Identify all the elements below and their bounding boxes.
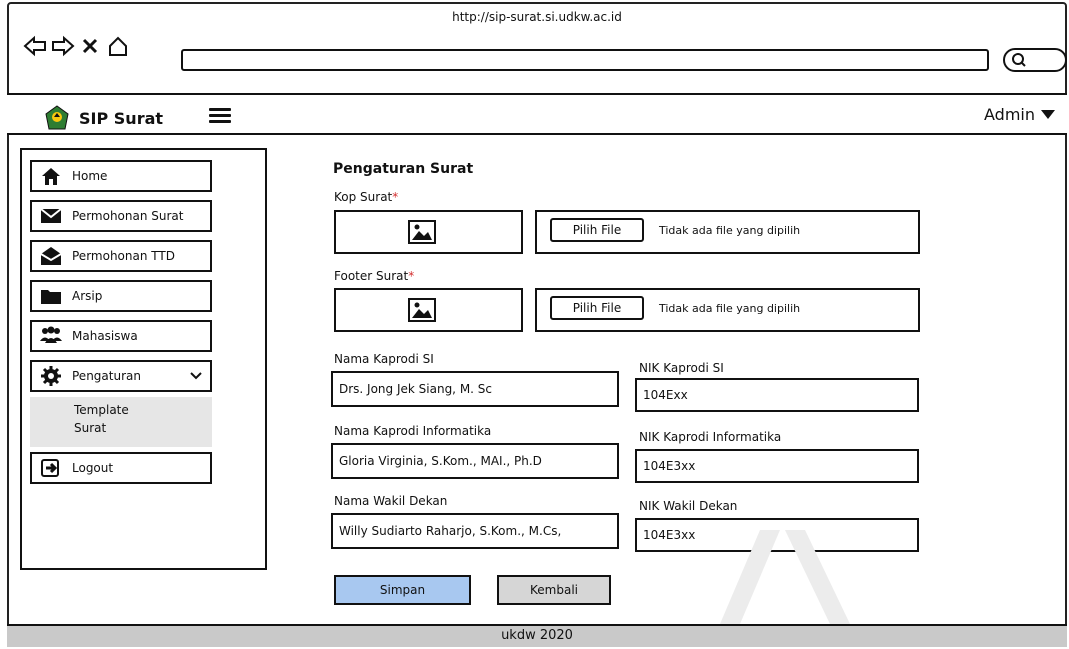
admin-label: Admin [984,105,1035,124]
nama-kaprodi-si-label: Nama Kaprodi SI [334,352,434,366]
kop-label: Kop Surat* [334,190,399,204]
nama-wakil-dekan-label: Nama Wakil Dekan [334,494,448,508]
back-button[interactable]: Kembali [497,575,611,605]
home-icon [40,165,62,187]
submenu-line-1: Template [74,403,129,417]
chevron-down-icon [190,369,202,383]
nik-kaprodi-si-field[interactable]: 104Exx [635,378,919,412]
admin-dropdown[interactable]: Admin [984,105,1055,124]
forward-arrow-icon[interactable] [51,35,75,57]
url-text: http://sip-surat.si.udkw.ac.id [452,10,622,24]
sidebar-item-label: Logout [72,461,114,475]
kop-image-preview [334,210,523,254]
back-arrow-icon[interactable] [23,35,46,57]
sidebar-item-label: Home [72,169,108,183]
footer-label: Footer Surat* [334,269,415,283]
logo-icon [45,105,69,130]
nik-kaprodi-informatika-field[interactable]: 104E3xx [635,449,919,483]
footer-text: ukdw 2020 [501,628,573,643]
page-title: Pengaturan Surat [333,161,474,177]
envelope-open-icon [40,245,62,267]
sidebar-item-permohonan-surat[interactable]: Permohonan Surat [30,200,212,232]
sidebar-item-mahasiswa[interactable]: Mahasiswa [30,320,212,352]
watermark-shape [720,530,850,624]
hamburger-menu-icon[interactable] [209,108,231,124]
sidebar-item-arsip[interactable]: Arsip [30,280,212,312]
logout-icon [40,457,62,479]
kop-file-status: Tidak ada file yang dipilih [659,224,801,237]
nama-kaprodi-informatika-field[interactable]: Gloria Virginia, S.Kom., MAI., Ph.D [331,443,619,479]
submenu-line-2: Surat [74,421,107,435]
brand[interactable]: SIP Surat [45,105,163,131]
sidebar-item-label: Pengaturan [72,369,141,383]
submenu-template-surat[interactable]: Template Surat [30,397,212,447]
image-icon [408,220,436,244]
kop-choose-file-button[interactable]: Pilih File [550,218,644,242]
sidebar-item-label: Permohonan TTD [72,249,175,263]
search-icon [1012,53,1026,67]
sidebar-item-label: Mahasiswa [72,329,138,343]
address-bar[interactable] [181,49,989,71]
nik-kaprodi-informatika-label: NIK Kaprodi Informatika [639,430,782,444]
nama-wakil-dekan-field[interactable]: Willy Sudiarto Raharjo, S.Kom., M.Cs, [331,513,619,549]
sidebar-item-label: Permohonan Surat [72,209,184,223]
sidebar-item-logout[interactable]: Logout [30,452,212,484]
folder-icon [40,285,62,307]
footer-file-status: Tidak ada file yang dipilih [659,302,801,315]
nav-controls [23,34,129,58]
caret-down-icon [1041,110,1055,119]
footer-choose-file-button[interactable]: Pilih File [550,296,644,320]
app-header: SIP Surat Admin [7,93,1067,135]
stop-icon[interactable] [79,35,101,57]
sidebar-item-pengaturan[interactable]: Pengaturan [30,360,212,392]
search-box[interactable] [1003,48,1067,72]
page-footer: ukdw 2020 [7,624,1067,647]
nama-kaprodi-si-field[interactable]: Drs. Jong Jek Siang, M. Sc [331,371,619,407]
image-icon [408,298,436,322]
footer-image-preview [334,288,523,332]
gear-icon [40,365,62,387]
sidebar-item-label: Arsip [72,289,103,303]
sidebar-item-home[interactable]: Home [30,160,212,192]
sidebar: Home Permohonan Surat Permohonan TTD Ars… [20,148,267,570]
nik-wakil-dekan-label: NIK Wakil Dekan [639,499,738,513]
sidebar-item-permohonan-ttd[interactable]: Permohonan TTD [30,240,212,272]
nama-kaprodi-informatika-label: Nama Kaprodi Informatika [334,424,492,438]
save-button[interactable]: Simpan [334,575,471,605]
home-nav-icon[interactable] [107,35,129,57]
app-title: SIP Surat [79,108,164,128]
users-icon [40,325,62,347]
envelope-icon [40,205,62,227]
nik-kaprodi-si-label: NIK Kaprodi SI [639,361,724,375]
